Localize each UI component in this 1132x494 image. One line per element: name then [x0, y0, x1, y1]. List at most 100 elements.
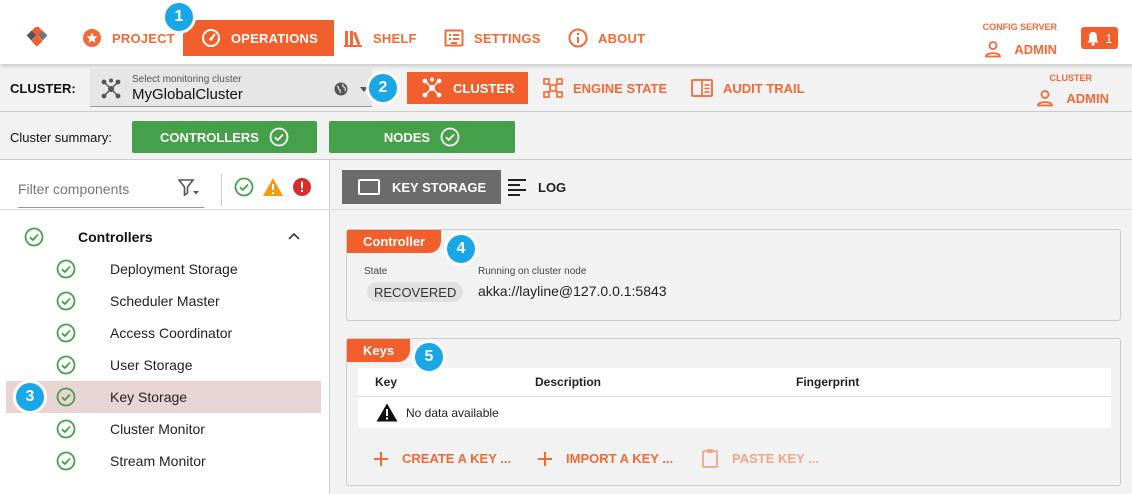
nav-about-label: ABOUT: [598, 30, 646, 46]
cluster-summary-label: Cluster summary:: [10, 130, 112, 145]
check-circle-icon: [24, 227, 44, 247]
tab-key-storage[interactable]: KEY STORAGE: [342, 170, 502, 204]
nav-operations-label: OPERATIONS: [231, 30, 318, 46]
user-icon: [985, 41, 1002, 58]
cluster-user-label: CLUSTER: [1049, 73, 1093, 83]
tree-group-label: Controllers: [78, 229, 153, 245]
import-key-button[interactable]: IMPORT A KEY ...: [538, 451, 673, 466]
keys-table: Key Description Fingerprint No data avai…: [358, 368, 1111, 428]
divider: [221, 174, 222, 206]
tree-item-scheduler-master[interactable]: Scheduler Master: [6, 285, 321, 317]
check-circle-icon: [56, 291, 76, 311]
config-user-name: ADMIN: [1014, 41, 1057, 57]
state-label: State: [364, 266, 388, 277]
tree-item-label: Key Storage: [110, 389, 188, 405]
user-icon: [1037, 90, 1054, 107]
controller-card-title: Controller: [347, 230, 442, 253]
cluster-label: CLUSTER:: [10, 81, 76, 96]
notification-count: 1: [1105, 30, 1113, 46]
nav-settings[interactable]: SETTINGS: [444, 20, 541, 56]
divider: [358, 396, 1111, 397]
callout-badge-3: 3: [13, 380, 47, 414]
nav-operations[interactable]: OPERATIONS: [183, 20, 334, 56]
nodes-status-button[interactable]: NODES: [329, 121, 515, 153]
callout-badge-5: 5: [412, 340, 446, 374]
nav-project[interactable]: PROJECT: [82, 20, 175, 56]
check-circle-icon: [56, 419, 76, 439]
tree-item-label: Deployment Storage: [110, 261, 238, 277]
check-circle-icon: [56, 451, 76, 471]
nav-shelf-label: SHELF: [373, 30, 417, 46]
nav-settings-label: SETTINGS: [474, 30, 541, 46]
tree-item-stream-monitor[interactable]: Stream Monitor: [6, 445, 321, 477]
cluster-user-button[interactable]: ADMIN: [1036, 89, 1109, 107]
create-key-button[interactable]: CREATE A KEY ...: [374, 451, 511, 466]
tab-cluster[interactable]: CLUSTER: [407, 72, 529, 104]
callout-badge-2: 2: [366, 71, 400, 105]
create-key-label: CREATE A KEY ...: [402, 451, 512, 466]
tree-item-deployment-storage[interactable]: Deployment Storage: [6, 253, 321, 285]
notifications-button[interactable]: 1: [1081, 27, 1118, 49]
cluster-select[interactable]: Select monitoring cluster MyGlobalCluste…: [90, 69, 372, 107]
check-circle-icon: [56, 323, 76, 343]
tree-item-access-coordinator[interactable]: Access Coordinator: [6, 317, 321, 349]
callout-badge-4: 4: [444, 232, 478, 266]
tab-audit-trail-label: AUDIT TRAIL: [723, 80, 805, 96]
tree-item-cluster-monitor[interactable]: Cluster Monitor: [6, 413, 321, 445]
plus-icon: [538, 451, 552, 466]
status-filter-icons: [234, 177, 312, 197]
paste-key-label: PASTE KEY ...: [732, 450, 819, 466]
chevron-up-icon[interactable]: [288, 232, 300, 240]
controllers-status-label: CONTROLLERS: [160, 129, 259, 145]
key-storage-icon: [358, 179, 380, 195]
column-header-fingerprint[interactable]: Fingerprint: [796, 375, 859, 389]
component-tree-panel: Filter components Controllers Deployment…: [0, 160, 330, 494]
plus-icon: [374, 451, 388, 466]
keys-card-title: Keys: [347, 339, 411, 362]
import-key-label: IMPORT A KEY ...: [566, 451, 674, 466]
check-circle-icon: [269, 127, 289, 147]
globe-icon: [334, 82, 348, 96]
tab-log-label: LOG: [538, 179, 567, 195]
empty-table-message: No data available: [376, 403, 499, 422]
nav-shelf[interactable]: SHELF: [343, 20, 417, 56]
cluster-user-name: ADMIN: [1066, 90, 1109, 106]
clipboard-icon: [702, 449, 718, 468]
warning-icon: [376, 403, 398, 422]
tab-audit-trail[interactable]: AUDIT TRAIL: [691, 72, 805, 104]
controllers-status-button[interactable]: CONTROLLERS: [132, 121, 317, 153]
divider: [0, 209, 330, 210]
column-header-description[interactable]: Description: [535, 375, 601, 389]
nav-about[interactable]: ABOUT: [568, 20, 645, 56]
cluster-node-value: akka://layline@127.0.0.1:5843: [478, 283, 667, 299]
tree-item-user-storage[interactable]: User Storage: [6, 349, 321, 381]
filter-icon[interactable]: [178, 178, 200, 198]
ok-status-filter-icon[interactable]: [234, 177, 254, 197]
divider: [331, 209, 1132, 210]
network-icon: [101, 78, 121, 99]
tab-engine-state[interactable]: ENGINE STATE: [543, 72, 667, 104]
empty-table-text: No data available: [406, 405, 499, 420]
tree-group-controllers[interactable]: Controllers: [6, 221, 321, 253]
books-icon: [344, 31, 362, 47]
check-circle-icon: [56, 387, 76, 407]
tree-item-key-storage[interactable]: Key Storage: [6, 381, 321, 413]
info-icon: [568, 28, 588, 48]
warning-status-filter-icon[interactable]: [262, 177, 284, 197]
check-circle-icon: [56, 259, 76, 279]
app-logo-icon[interactable]: [26, 27, 48, 49]
check-circle-icon: [56, 355, 76, 375]
config-server-label: CONFIG SERVER: [982, 22, 1057, 32]
filter-components-placeholder: Filter components: [18, 181, 130, 197]
settings-list-icon: [444, 29, 464, 47]
tab-log[interactable]: LOG: [508, 170, 566, 204]
cluster-select-value: MyGlobalCluster: [132, 86, 243, 103]
filter-components-input[interactable]: Filter components: [18, 172, 204, 208]
check-circle-icon: [440, 127, 460, 147]
config-user-button[interactable]: ADMIN: [984, 40, 1057, 58]
error-status-filter-icon[interactable]: [292, 177, 312, 197]
tree-item-label: Scheduler Master: [110, 293, 220, 309]
paste-key-button[interactable]: PASTE KEY ...: [702, 448, 819, 468]
cluster-summary-bar: Cluster summary: CONTROLLERS NODES: [0, 112, 1132, 160]
column-header-key[interactable]: Key: [375, 375, 397, 389]
